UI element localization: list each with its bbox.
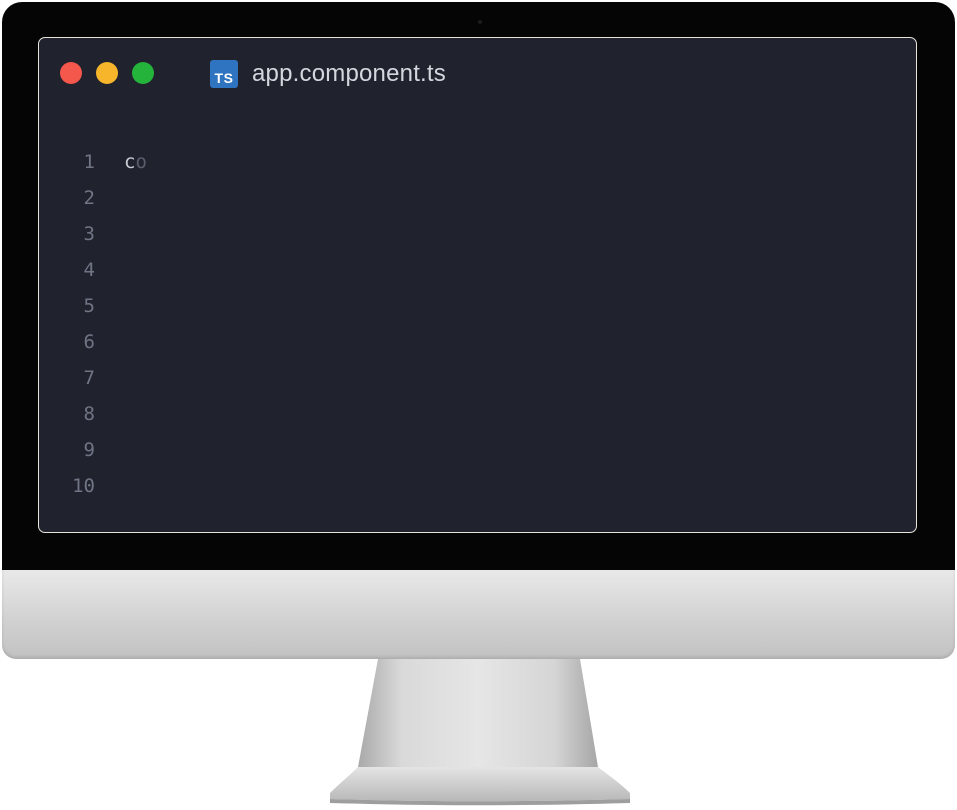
editor-titlebar: TS app.component.ts <box>39 38 916 110</box>
line-number: 4 <box>83 259 95 281</box>
tab-filename: app.component.ts <box>252 60 446 87</box>
monitor-stand <box>330 659 630 806</box>
typescript-file-icon: TS <box>210 60 238 88</box>
code-editor-window: TS app.component.ts 1 co 2 3 4 5 6 7 8 9 10 <box>38 37 917 533</box>
line-code: co <box>124 144 147 180</box>
code-line[interactable]: 1 co <box>39 144 916 180</box>
code-line[interactable]: 8 <box>39 396 916 432</box>
line-number: 2 <box>83 187 95 209</box>
camera-dot <box>478 20 482 24</box>
stand-neck <box>358 659 598 767</box>
line-number: 8 <box>83 403 95 425</box>
minimize-window-button[interactable] <box>96 62 118 84</box>
stand-base <box>330 767 630 802</box>
code-line[interactable]: 2 <box>39 180 916 216</box>
code-line[interactable]: 7 <box>39 360 916 396</box>
code-line[interactable]: 6 <box>39 324 916 360</box>
code-line[interactable]: 9 <box>39 432 916 468</box>
code-line[interactable]: 5 <box>39 288 916 324</box>
maximize-window-button[interactable] <box>132 62 154 84</box>
line-number: 6 <box>83 331 95 353</box>
close-window-button[interactable] <box>60 62 82 84</box>
code-line[interactable]: 10 <box>39 468 916 504</box>
line-number: 10 <box>72 475 95 497</box>
code-area[interactable]: 1 co 2 3 4 5 6 7 8 9 10 <box>39 144 916 504</box>
autocomplete-ghost-text: o <box>135 151 147 173</box>
line-number: 7 <box>83 367 95 389</box>
tab-app-component[interactable]: TS app.component.ts <box>210 60 446 88</box>
line-number: 1 <box>83 151 95 173</box>
line-number: 3 <box>83 223 95 245</box>
code-line[interactable]: 4 <box>39 252 916 288</box>
typed-text: c <box>124 151 136 173</box>
line-number: 5 <box>83 295 95 317</box>
imac-mockup: TS app.component.ts 1 co 2 3 4 5 6 7 8 9 10 <box>0 0 957 810</box>
code-line[interactable]: 3 <box>39 216 916 252</box>
monitor-chin <box>2 570 955 659</box>
line-number: 9 <box>83 439 95 461</box>
